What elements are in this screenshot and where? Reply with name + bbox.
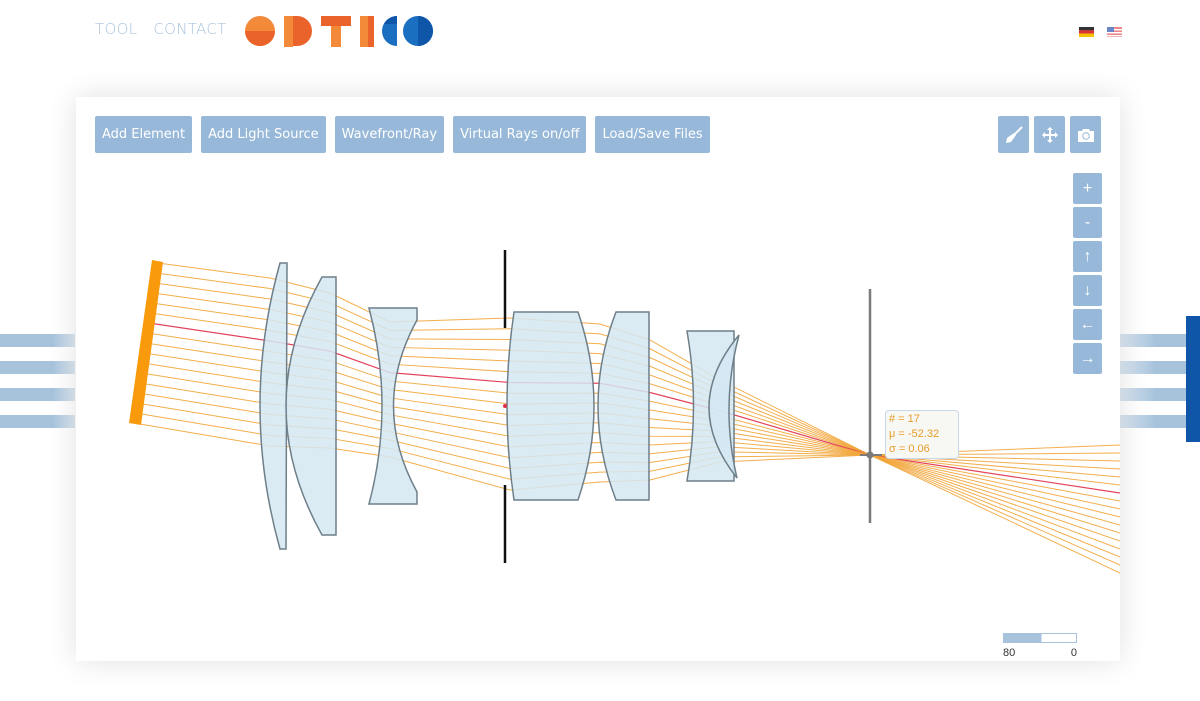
load-save-files-button[interactable]: Load/Save Files	[595, 116, 710, 153]
move-button[interactable]	[1034, 116, 1065, 153]
lens-element-3	[368, 307, 418, 505]
tool-buttons	[998, 116, 1101, 153]
zoom-out-button[interactable]: -	[1073, 207, 1102, 238]
zoom-in-button[interactable]: +	[1073, 173, 1102, 204]
camera-icon	[1077, 128, 1094, 142]
ray-count: # = 17	[889, 413, 920, 425]
lens-element-1	[259, 262, 288, 550]
optics-workspace[interactable]: Add Element Add Light Source Wavefront/R…	[76, 97, 1120, 661]
top-nav: TOOL CONTACT	[95, 20, 227, 38]
scale-label-left: 80	[1003, 647, 1016, 659]
mean-value: μ = -52.32	[889, 428, 940, 440]
pan-up-button[interactable]: ↑	[1073, 241, 1102, 272]
detector-stats-tooltip: # = 17 μ = -52.32 σ = 0.06	[885, 410, 959, 459]
light-source	[129, 260, 163, 425]
add-light-source-button[interactable]: Add Light Source	[201, 116, 326, 153]
german-flag-icon[interactable]	[1079, 27, 1094, 37]
add-element-button[interactable]: Add Element	[95, 116, 193, 153]
wavefront-ray-button[interactable]: Wavefront/Ray	[334, 116, 445, 153]
lens-element-4	[506, 311, 595, 501]
move-arrows-icon	[1041, 126, 1058, 143]
nav-contact[interactable]: CONTACT	[153, 20, 226, 38]
screenshot-button[interactable]	[1070, 116, 1101, 153]
us-flag-icon[interactable]	[1107, 27, 1122, 37]
nav-tool[interactable]: TOOL	[95, 20, 137, 38]
pan-left-button[interactable]: ←	[1073, 309, 1102, 340]
optical-canvas[interactable]	[76, 97, 1120, 661]
pan-down-button[interactable]: ↓	[1073, 275, 1102, 306]
scale-label-right: 0	[1070, 647, 1077, 659]
broom-icon	[1005, 125, 1023, 143]
scale-indicator: 80 0	[1003, 633, 1077, 659]
decor-stripes-right	[1120, 334, 1190, 442]
language-switcher	[1079, 27, 1122, 37]
lens-element-2	[285, 276, 337, 536]
sigma-value: σ = 0.06	[889, 443, 930, 455]
optico-logo[interactable]	[245, 15, 435, 48]
clear-button[interactable]	[998, 116, 1029, 153]
pan-right-button[interactable]: →	[1073, 343, 1102, 374]
detector-focus-point	[866, 451, 874, 459]
view-controls: + - ↑ ↓ ← →	[1073, 173, 1102, 374]
decor-stripes-left	[0, 334, 75, 442]
stop-center-marker	[503, 404, 507, 408]
toolbar: Add Element Add Light Source Wavefront/R…	[95, 116, 710, 153]
virtual-rays-toggle-button[interactable]: Virtual Rays on/off	[453, 116, 587, 153]
decor-blue-bar	[1186, 316, 1200, 442]
scale-bar	[1003, 633, 1077, 643]
